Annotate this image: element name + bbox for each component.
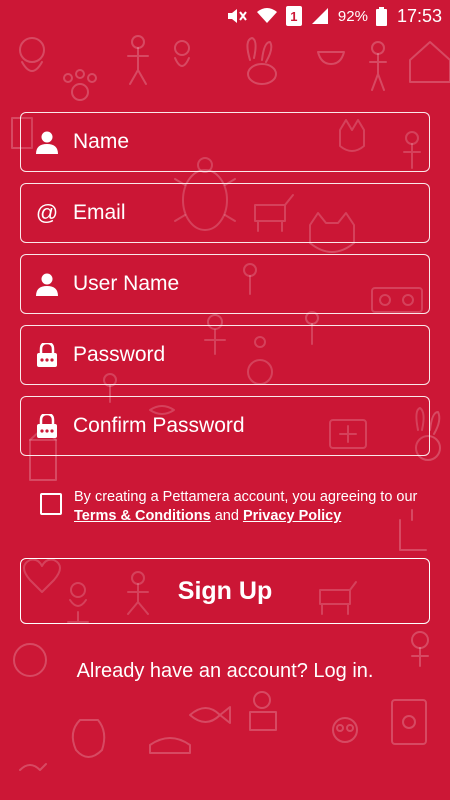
login-link[interactable]: Already have an account? Log in. [0,660,450,683]
signup-button[interactable]: Sign Up [20,558,430,624]
at-sign-icon: @ [35,200,59,225]
terms-agreement: By creating a Pettamera account, you agr… [40,488,420,526]
person-icon [21,130,73,154]
confirm-password-field[interactable] [20,396,430,456]
signal-icon [310,7,330,25]
terms-text: By creating a Pettamera account, you agr… [74,488,420,526]
terms-middle: and [210,508,243,524]
lock-icon [21,343,73,367]
sim-slot-badge: 1 [285,6,302,26]
status-bar: 1 92% 17:53 [0,0,450,32]
battery-percent: 92% [337,7,368,25]
terms-link[interactable]: Terms & Conditions [74,508,211,524]
name-input[interactable] [73,130,413,154]
confirm-password-input[interactable] [73,414,413,438]
wifi-icon [256,7,278,25]
battery-icon [375,6,387,26]
mute-icon [226,7,248,25]
privacy-link[interactable]: Privacy Policy [243,508,341,524]
name-field[interactable] [20,112,430,172]
terms-checkbox[interactable] [40,493,62,515]
person-icon [21,272,73,296]
terms-prefix: By creating a Pettamera account, you agr… [74,489,418,505]
email-field[interactable]: @ [20,183,430,243]
email-input[interactable] [73,201,413,225]
password-input[interactable] [73,343,413,367]
lock-icon [21,414,73,438]
username-field[interactable] [20,254,430,314]
clock: 17:53 [396,5,442,26]
password-field[interactable] [20,325,430,385]
username-input[interactable] [73,272,413,296]
